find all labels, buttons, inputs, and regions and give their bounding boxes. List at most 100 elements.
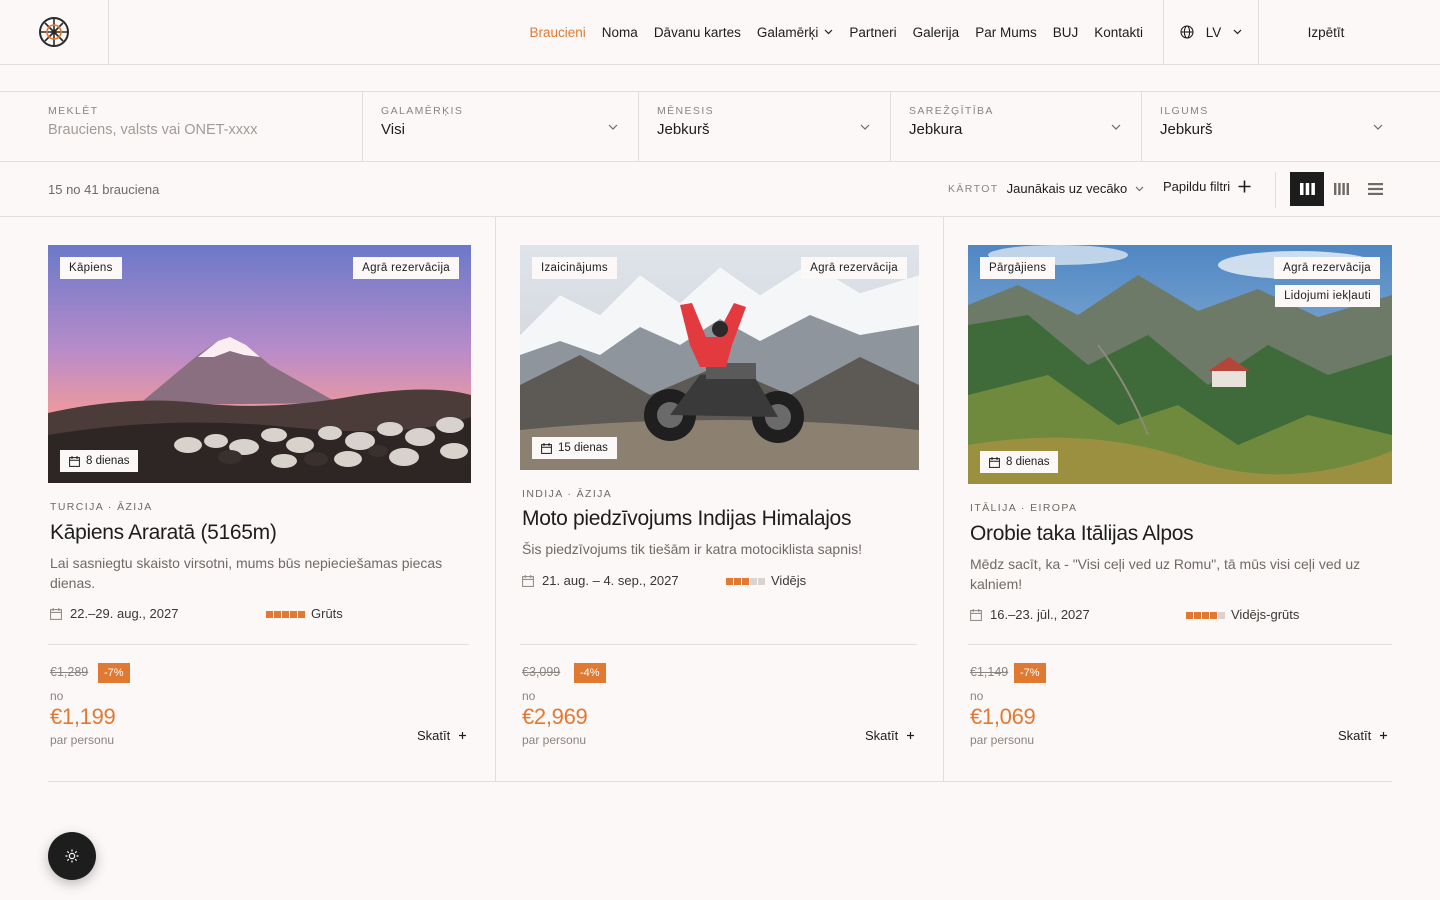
trip-dates: 16.–23. jūl., 2027 — [970, 607, 1090, 622]
trip-photo-orobie[interactable]: Pārgājiens Agrā rezervācija Lidojumi iek… — [968, 245, 1392, 484]
nav-davanu-kartes[interactable]: Dāvanu kartes — [654, 25, 741, 40]
old-price: €1,149 — [970, 665, 1009, 679]
chevron-down-icon — [608, 124, 618, 130]
nav-noma[interactable]: Noma — [602, 25, 638, 40]
destination-value: Visi — [381, 121, 405, 138]
difficulty-indicator: Vidējs-grūts — [1186, 607, 1299, 622]
more-filters-button[interactable]: Papildu filtri — [1163, 179, 1251, 194]
view-trip-button[interactable]: Skatīt — [865, 728, 915, 743]
difficulty-filter[interactable]: SAREŽĢĪTĪBA Jebkura — [891, 92, 1142, 161]
trip-photo-himalaya[interactable]: Izaicinājums Agrā rezervācija 15 dienas — [520, 245, 919, 470]
view-list-button[interactable] — [1358, 172, 1392, 206]
price-from-label: no — [970, 689, 984, 703]
trip-price: €1,199 — [50, 704, 116, 729]
trip-dates: 21. aug. – 4. sep., 2027 — [522, 573, 679, 588]
price-from-label: no — [522, 689, 536, 703]
price-from-label: no — [50, 689, 64, 703]
divider — [48, 644, 469, 645]
sort-dropdown[interactable]: KĀRTOT Jaunākais uz vecāko — [948, 181, 1144, 196]
month-filter[interactable]: MĒNESIS Jebkurš — [639, 92, 891, 161]
list-icon — [1367, 183, 1383, 195]
chevron-down-icon — [1135, 186, 1144, 191]
discount-badge: -4% — [574, 663, 606, 683]
nav-braucieni[interactable]: Braucieni — [530, 25, 586, 40]
view-switcher — [1290, 172, 1392, 206]
view-4-columns-button[interactable] — [1324, 172, 1358, 206]
divider — [968, 644, 1392, 645]
difficulty-meter — [726, 573, 766, 588]
trip-title[interactable]: Kāpiens Araratā (5165m) — [50, 521, 277, 545]
discount-badge: -7% — [1014, 663, 1046, 683]
mountain-sunset-image — [48, 245, 471, 483]
difficulty-square-filled — [742, 578, 749, 585]
duration-value: Jebkurš — [1160, 121, 1213, 138]
filter-bar: MEKLĒT Brauciens, valsts vai ONET-xxxx G… — [0, 91, 1440, 162]
category-badge: Kāpiens — [60, 257, 122, 279]
early-booking-badge: Agrā rezervācija — [353, 257, 459, 279]
calendar-icon — [50, 607, 62, 620]
nav-galerija[interactable]: Galerija — [913, 25, 960, 40]
flights-included-badge: Lidojumi iekļauti — [1275, 285, 1380, 307]
nav-kontakti[interactable]: Kontakti — [1094, 25, 1143, 40]
difficulty-square-filled — [274, 611, 281, 618]
trip-card[interactable]: Kāpiens Agrā rezervācija 8 dienas TURCIJ… — [48, 217, 471, 782]
explore-button[interactable]: Izpētīt — [1260, 0, 1392, 64]
difficulty-square-filled — [734, 578, 741, 585]
chevron-down-icon — [1111, 124, 1121, 130]
plus-icon — [459, 732, 467, 739]
calendar-icon — [989, 456, 1000, 468]
language-selector[interactable]: LV — [1163, 0, 1259, 64]
four-columns-icon — [1333, 183, 1349, 195]
destination-filter[interactable]: GALAMĒRĶIS Visi — [363, 92, 639, 161]
month-label: MĒNESIS — [657, 105, 715, 117]
settings-button[interactable] — [48, 832, 96, 880]
search-label: MEKLĒT — [48, 105, 99, 117]
search-filter[interactable]: MEKLĒT Brauciens, valsts vai ONET-xxxx — [0, 92, 363, 161]
globe-icon — [1180, 25, 1194, 39]
site-header: Braucieni Noma Dāvanu kartes Galamērķi P… — [0, 0, 1440, 65]
duration-filter[interactable]: ILGUMS Jebkurš — [1142, 92, 1440, 161]
nav-galamerki[interactable]: Galamērķi — [757, 25, 834, 40]
per-person-label: par personu — [970, 733, 1035, 747]
alpine-valley-image — [968, 245, 1392, 484]
trip-price: €1,069 — [970, 704, 1036, 729]
chevron-down-icon — [1233, 29, 1242, 35]
trip-card[interactable]: Izaicinājums Agrā rezervācija 15 dienas … — [520, 217, 919, 782]
search-input[interactable]: Brauciens, valsts vai ONET-xxxx — [48, 122, 344, 138]
chevron-down-icon — [1373, 124, 1383, 130]
nav-par-mums[interactable]: Par Mums — [975, 25, 1037, 40]
logo[interactable] — [0, 0, 109, 64]
old-price: €3,099 — [522, 665, 561, 679]
difficulty-square-filled — [290, 611, 297, 618]
trip-title[interactable]: Orobie taka Itālijas Alpos — [970, 522, 1194, 546]
plus-icon — [1380, 732, 1388, 739]
trip-region: TURCIJA · ĀZIJA — [50, 501, 153, 513]
trip-title[interactable]: Moto piedzīvojums Indijas Himalajos — [522, 507, 851, 531]
difficulty-square-filled — [266, 611, 273, 618]
trip-card[interactable]: Pārgājiens Agrā rezervācija Lidojumi iek… — [968, 217, 1392, 782]
trip-photo-ararat[interactable]: Kāpiens Agrā rezervācija 8 dienas — [48, 245, 471, 483]
view-trip-button[interactable]: Skatīt — [1338, 728, 1388, 743]
calendar-icon — [69, 455, 80, 467]
difficulty-meter — [1186, 607, 1226, 622]
divider — [1275, 172, 1276, 208]
difficulty-square-empty — [750, 578, 757, 585]
duration-label: ILGUMS — [1160, 105, 1209, 117]
trip-description: Lai sasniegtu skaisto virsotni, mums būs… — [50, 555, 443, 591]
difficulty-value: Jebkura — [909, 121, 963, 138]
sort-label: KĀRTOT — [948, 182, 999, 195]
three-columns-icon — [1299, 183, 1315, 195]
trip-region: INDIJA · ĀZIJA — [522, 488, 613, 500]
nav-buj[interactable]: BUJ — [1053, 25, 1079, 40]
divider — [495, 217, 496, 782]
nav-partneri[interactable]: Partneri — [849, 25, 896, 40]
difficulty-square-filled — [1194, 612, 1201, 619]
discount-badge: -7% — [98, 663, 130, 683]
difficulty-square-filled — [1186, 612, 1193, 619]
trip-dates: 22.–29. aug., 2027 — [50, 606, 178, 621]
calendar-icon — [541, 442, 552, 454]
compass-logo-icon — [39, 17, 69, 47]
view-trip-button[interactable]: Skatīt — [417, 728, 467, 743]
view-3-columns-button[interactable] — [1290, 172, 1324, 206]
difficulty-indicator: Vidējs — [726, 573, 806, 588]
